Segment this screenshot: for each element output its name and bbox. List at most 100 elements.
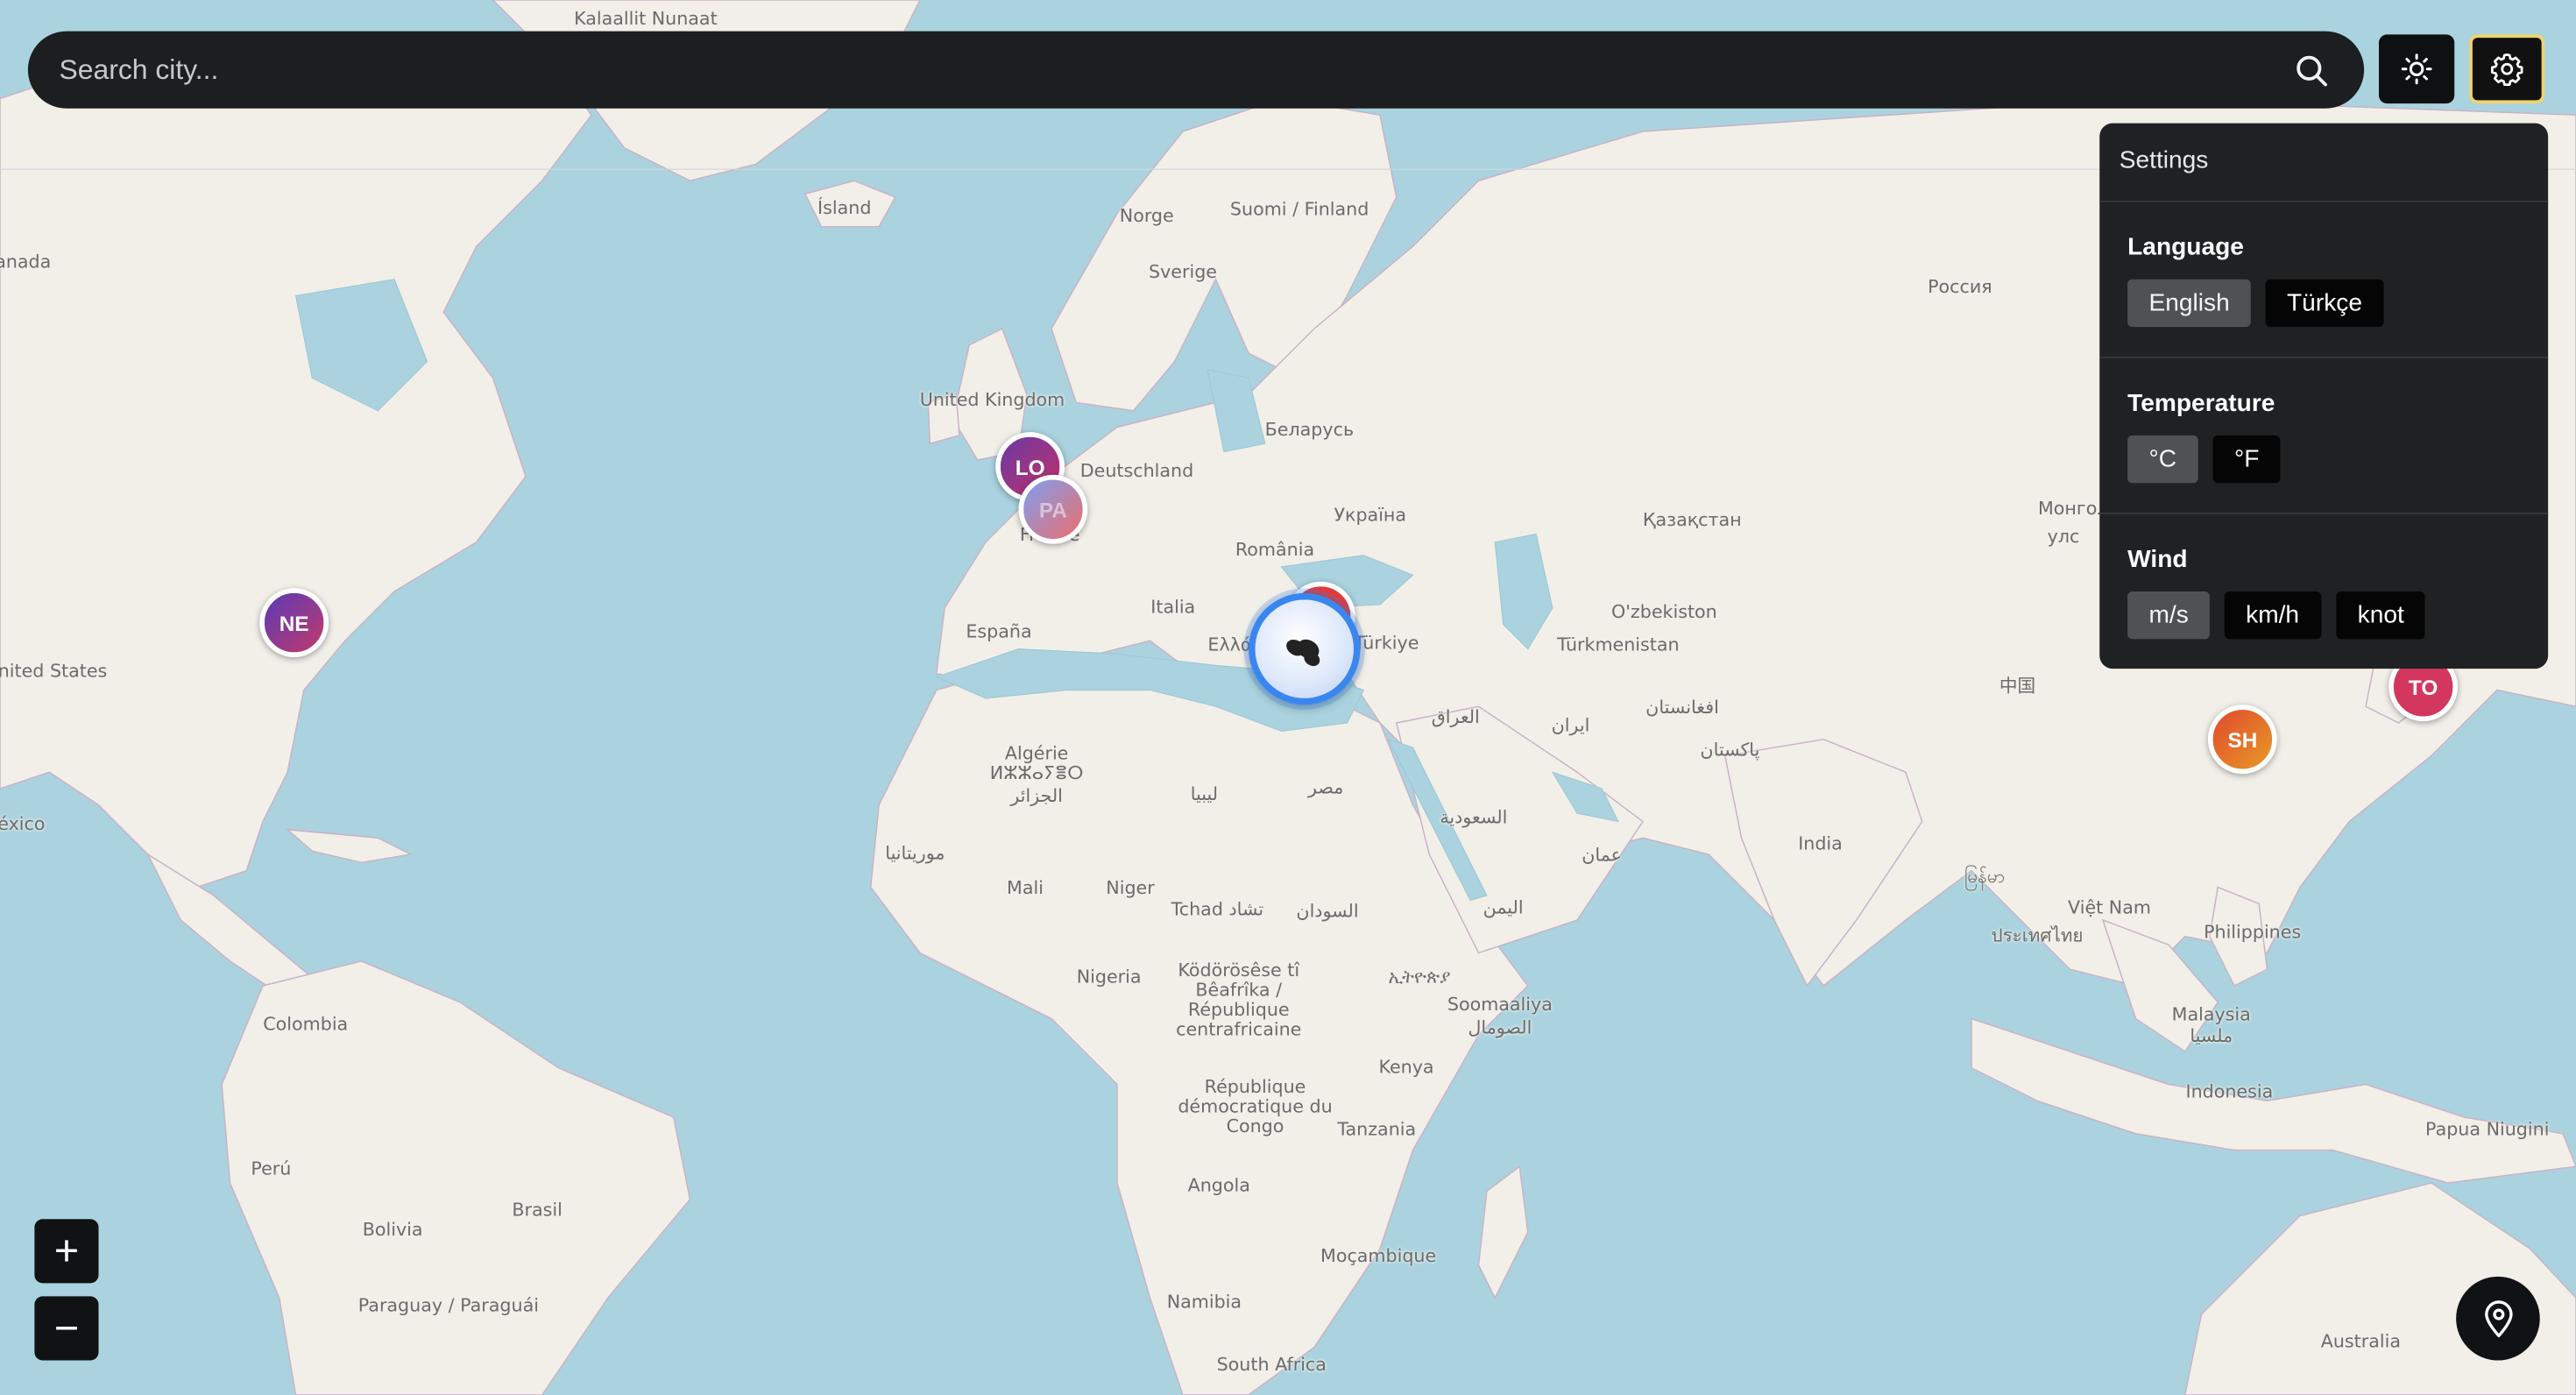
map-label: Niger [1106,877,1155,899]
map-label: Mali [1007,877,1044,899]
map-label: Kalaallit Nunaat [574,8,718,30]
map-label: Монгол [2037,498,2109,520]
language-option-turkish[interactable]: Türkçe [2265,279,2384,328]
wind-option-knot[interactable]: knot [2336,591,2426,640]
map-label: Malaysia [2171,1003,2251,1025]
map-label: Қазақстан [1642,509,1742,531]
map-label: Türkmenistan [1557,634,1680,656]
city-marker-shanghai[interactable]: SH [2208,705,2277,775]
map-label: Nigeria [1076,966,1142,988]
language-label: Language [2127,233,2244,262]
wind-label: Wind [2127,545,2188,574]
map-label: Suomi / Finland [1229,198,1369,221]
wind-option-kmh[interactable]: km/h [2224,591,2321,640]
map-label: العراق [1431,706,1480,728]
map-label: O'zbekiston [1611,601,1717,623]
marker-label: LO [1015,454,1045,479]
map-label: الصومال [1468,1016,1532,1038]
city-marker-new-york[interactable]: NE [259,588,329,657]
map-label: Australia [2320,1330,2402,1353]
locate-me-button[interactable] [2456,1276,2540,1361]
map-label: Україна [1334,504,1407,526]
search-bar [27,31,2365,109]
temperature-option-celsius[interactable]: °C [2127,435,2198,484]
settings-button[interactable] [2469,34,2545,104]
map-label: România [1235,539,1315,561]
map-label: Brasil [512,1199,563,1222]
map-label: الجزائر [1010,785,1063,807]
map-label: ⵍⵣⵣⴰⵢⴻⵔ [989,762,1084,784]
map-label: السعودية [1440,806,1508,828]
map-label: éxico [0,813,46,835]
map-label: မြန်မာ [1964,866,2006,888]
map-label: anada [0,251,52,273]
theme-toggle-button[interactable] [2379,34,2455,104]
map-label: Moçambique [1320,1245,1437,1267]
map-label: Sverige [1149,261,1217,283]
map-label: اليمن [1483,896,1524,919]
sun-icon [2401,53,2432,85]
map-label: Ísland [817,197,872,219]
location-pin-icon [2484,1299,2512,1337]
map-label: Algérie [1004,742,1069,764]
map-label: Kenya [1378,1056,1434,1078]
map-label: Angola [1187,1174,1250,1196]
map-label: Colombia [263,1013,349,1036]
app-root: Kalaallit Nunaat Ísland Norge Suomi / Finla… [0,0,2576,1395]
map-label: ملسيا [2190,1025,2233,1047]
wind-option-ms[interactable]: m/s [2127,591,2211,640]
settings-panel: Settings Language English Türkçe Tempera… [2099,123,2549,669]
divider [2099,513,2549,514]
zoom-out-button[interactable]: − [34,1296,99,1361]
map-label: 中国 [1999,675,2036,697]
map-label: Deutschland [1079,460,1194,482]
language-option-english[interactable]: English [2127,279,2252,328]
map-label: افغانستان [1645,697,1719,719]
map-label: عمان [1582,844,1622,867]
map-label: South Africa [1216,1354,1327,1376]
map-label: مصر [1307,776,1344,799]
map-label: Norge [1119,205,1174,227]
marker-label: TO [2408,674,2438,699]
map-label: Tchad تشاد [1171,898,1264,920]
map-label: Namibia [1166,1291,1242,1314]
map-label: Tanzania [1337,1118,1417,1141]
map-label: Indonesia [2185,1080,2274,1103]
map-label: Việt Nam [2068,896,2151,919]
temperature-option-fahrenheit[interactable]: °F [2212,435,2281,484]
map-label: ليبيا [1190,783,1219,805]
map-label: ایران [1551,714,1590,736]
map-label: Philippines [2204,921,2302,944]
city-marker-paris[interactable]: PA [1018,474,1088,544]
map-label: nited States [0,660,108,683]
search-input[interactable] [55,52,2294,89]
map-label: United Kingdom [919,389,1065,411]
marker-label: NE [279,610,309,635]
zoom-in-button[interactable]: + [34,1219,99,1284]
map-label: Perú [251,1158,292,1180]
map-label: پاکستان [1700,739,1760,761]
temperature-label: Temperature [2127,389,2275,418]
cloud-icon [1286,639,1320,667]
map-label: Беларусь [1264,419,1355,441]
map-label: Bolivia [362,1219,423,1241]
current-location-marker[interactable] [1249,592,1361,705]
map-label: موريتانيا [885,842,945,865]
map-label: ประเทศไทย [1991,924,2084,946]
map-label: Italia [1150,596,1196,618]
gear-icon [2491,53,2523,86]
map-label: Paraguay / Paraguái [357,1294,539,1316]
marker-label: SH [2227,726,2258,752]
divider [2099,356,2549,358]
map-label: улс [2047,526,2080,548]
map-label: Ködörösêse tî Bêafrîka / République cent… [1176,960,1302,1040]
map-label: India [1798,832,1843,854]
map-label: السودان [1296,900,1359,922]
map-label: République démocratique du Congo [1178,1076,1333,1137]
divider [2099,200,2549,202]
map-label: Soomaaliya [1447,994,1553,1016]
map-label: ኢትዮጵያ [1388,966,1451,988]
search-icon[interactable] [2294,52,2330,88]
map-label: Россия [1928,276,1992,298]
settings-title: Settings [2119,145,2209,174]
